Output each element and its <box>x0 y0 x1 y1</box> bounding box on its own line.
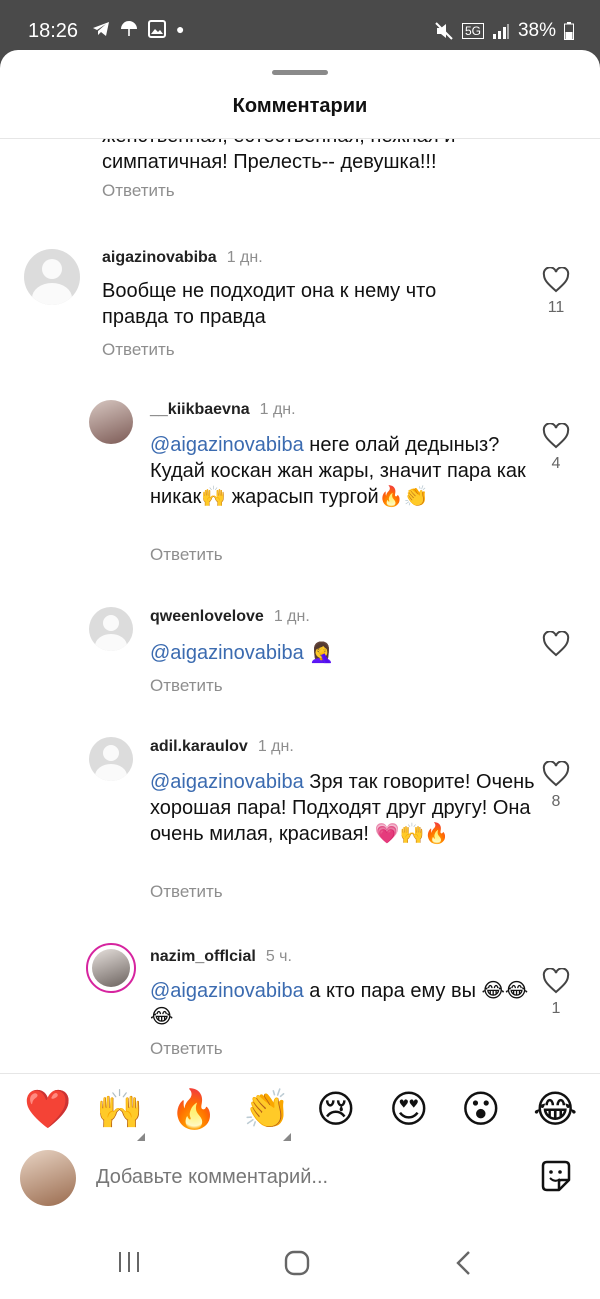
comment-time: 1 дн. <box>259 401 296 418</box>
battery-percent: 38% <box>517 20 556 41</box>
heart-outline-icon[interactable] <box>542 423 570 449</box>
comment-username[interactable]: qweenlovelove <box>150 608 264 625</box>
like-count: 4 <box>551 455 561 472</box>
system-nav-bar <box>0 1235 600 1299</box>
emoji-heart-eyes[interactable]: 😍 <box>389 1088 429 1132</box>
comment-text: @aigazinovabiba а кто пара ему вы 😂😂😂 <box>150 980 529 1028</box>
mention-link[interactable]: @aigazinovabiba <box>150 434 304 456</box>
like-control[interactable]: 11 <box>541 267 571 317</box>
avatar[interactable] <box>24 249 80 305</box>
mention-link[interactable]: @aigazinovabiba <box>150 771 304 793</box>
reply-button[interactable]: Ответить <box>102 181 175 201</box>
like-count: 8 <box>551 793 561 810</box>
comment-username[interactable]: __kiikbaevna <box>150 401 250 418</box>
heart-outline-icon[interactable] <box>542 631 570 657</box>
comment-meta: adil.karaulov 1 дн. <box>150 738 294 756</box>
home-icon[interactable] <box>283 1249 311 1277</box>
avatar[interactable] <box>86 943 136 993</box>
reply-button[interactable]: Ответить <box>150 545 223 565</box>
comment-time: 5 ч. <box>265 948 292 965</box>
emoji-clap[interactable]: 👏 <box>243 1088 290 1132</box>
comment-meta: qweenlovelove 1 дн. <box>150 608 310 626</box>
emoji-laughing[interactable]: 😂 <box>533 1088 577 1132</box>
comment-username[interactable]: aigazinovabiba <box>102 249 217 266</box>
reply-button[interactable]: Ответить <box>150 882 223 902</box>
back-icon[interactable] <box>454 1249 474 1277</box>
mute-icon <box>435 22 453 40</box>
reply-button[interactable]: Ответить <box>150 1039 223 1059</box>
like-control[interactable]: 1 <box>541 968 571 1018</box>
status-dot: ● <box>176 21 185 37</box>
comment-input[interactable]: Добавьте комментарий... <box>96 1166 328 1189</box>
comment-text: Вообще не подходит она к нему что правда… <box>102 280 437 328</box>
avatar[interactable] <box>89 400 133 444</box>
signal-icon <box>492 24 509 39</box>
image-icon <box>148 20 166 38</box>
comment-username[interactable]: nazim_offlcial <box>150 948 256 965</box>
umbrella-icon <box>121 21 137 36</box>
status-notification-icons: ● <box>92 20 184 38</box>
status-right: 5G 38% <box>434 20 574 42</box>
like-control[interactable] <box>541 631 571 657</box>
comment-meta: nazim_offlcial 5 ч. <box>150 948 292 966</box>
page-title: Комментарии <box>232 95 368 117</box>
comment-text: женственная, естественная, нежная и симп… <box>102 139 455 173</box>
heart-outline-icon[interactable] <box>542 761 570 787</box>
emoji-heart[interactable]: ❤️ <box>24 1088 71 1132</box>
comments-list[interactable]: женственная, естественная, нежная и симп… <box>0 139 600 1073</box>
quick-emoji-bar: ❤️ 🙌 🔥 👏 😢 😍 😮 😂 <box>0 1088 600 1141</box>
telegram-icon <box>93 22 109 36</box>
skin-tone-indicator-icon <box>283 1133 291 1141</box>
status-time: 18:26 <box>28 20 79 42</box>
comment-text: @aigazinovabiba Зря так говорите! Очень … <box>150 771 535 845</box>
mention-link[interactable]: @aigazinovabiba <box>150 980 304 1002</box>
comment-text: @aigazinovabiba 🤦‍♀️ <box>150 642 335 664</box>
avatar[interactable] <box>89 607 133 651</box>
comment-time: 1 дн. <box>257 738 294 755</box>
reply-button[interactable]: Ответить <box>102 340 175 360</box>
avatar[interactable] <box>89 737 133 781</box>
comment-time: 1 дн. <box>273 608 310 625</box>
emoji-surprised[interactable]: 😮 <box>461 1088 501 1132</box>
battery-icon <box>564 22 574 40</box>
comment-meta: aigazinovabiba 1 дн. <box>102 249 263 267</box>
status-bar: 18:26 ● 5G 38% <box>0 0 600 50</box>
like-count: 1 <box>551 1000 561 1017</box>
like-control[interactable]: 4 <box>541 423 571 473</box>
comment-username[interactable]: adil.karaulov <box>150 738 248 755</box>
skin-tone-indicator-icon <box>137 1133 145 1141</box>
reply-button[interactable]: Ответить <box>150 676 223 696</box>
mention-link[interactable]: @aigazinovabiba <box>150 642 304 664</box>
comment-text: @aigazinovabiba неге олай дедыныз? Кудай… <box>150 434 526 508</box>
sticker-icon[interactable] <box>538 1158 574 1194</box>
my-avatar <box>20 1150 76 1206</box>
heart-outline-icon[interactable] <box>542 968 570 994</box>
network-type: 5G <box>461 23 484 39</box>
like-control[interactable]: 8 <box>541 761 571 811</box>
drag-handle[interactable] <box>272 70 328 75</box>
comment-composer: Добавьте комментарий... <box>0 1150 600 1210</box>
composer-divider <box>0 1073 600 1074</box>
comment-meta: __kiikbaevna 1 дн. <box>150 401 296 419</box>
comment-time: 1 дн. <box>226 249 263 266</box>
emoji-fire[interactable]: 🔥 <box>170 1088 217 1132</box>
like-count: 11 <box>547 299 565 316</box>
emoji-crying[interactable]: 😢 <box>316 1088 356 1132</box>
heart-outline-icon[interactable] <box>542 267 570 293</box>
recent-apps-icon[interactable] <box>116 1249 142 1275</box>
emoji-raised-hands[interactable]: 🙌 <box>96 1088 143 1132</box>
comments-sheet: Комментарии женственная, естественная, н… <box>0 50 600 1299</box>
